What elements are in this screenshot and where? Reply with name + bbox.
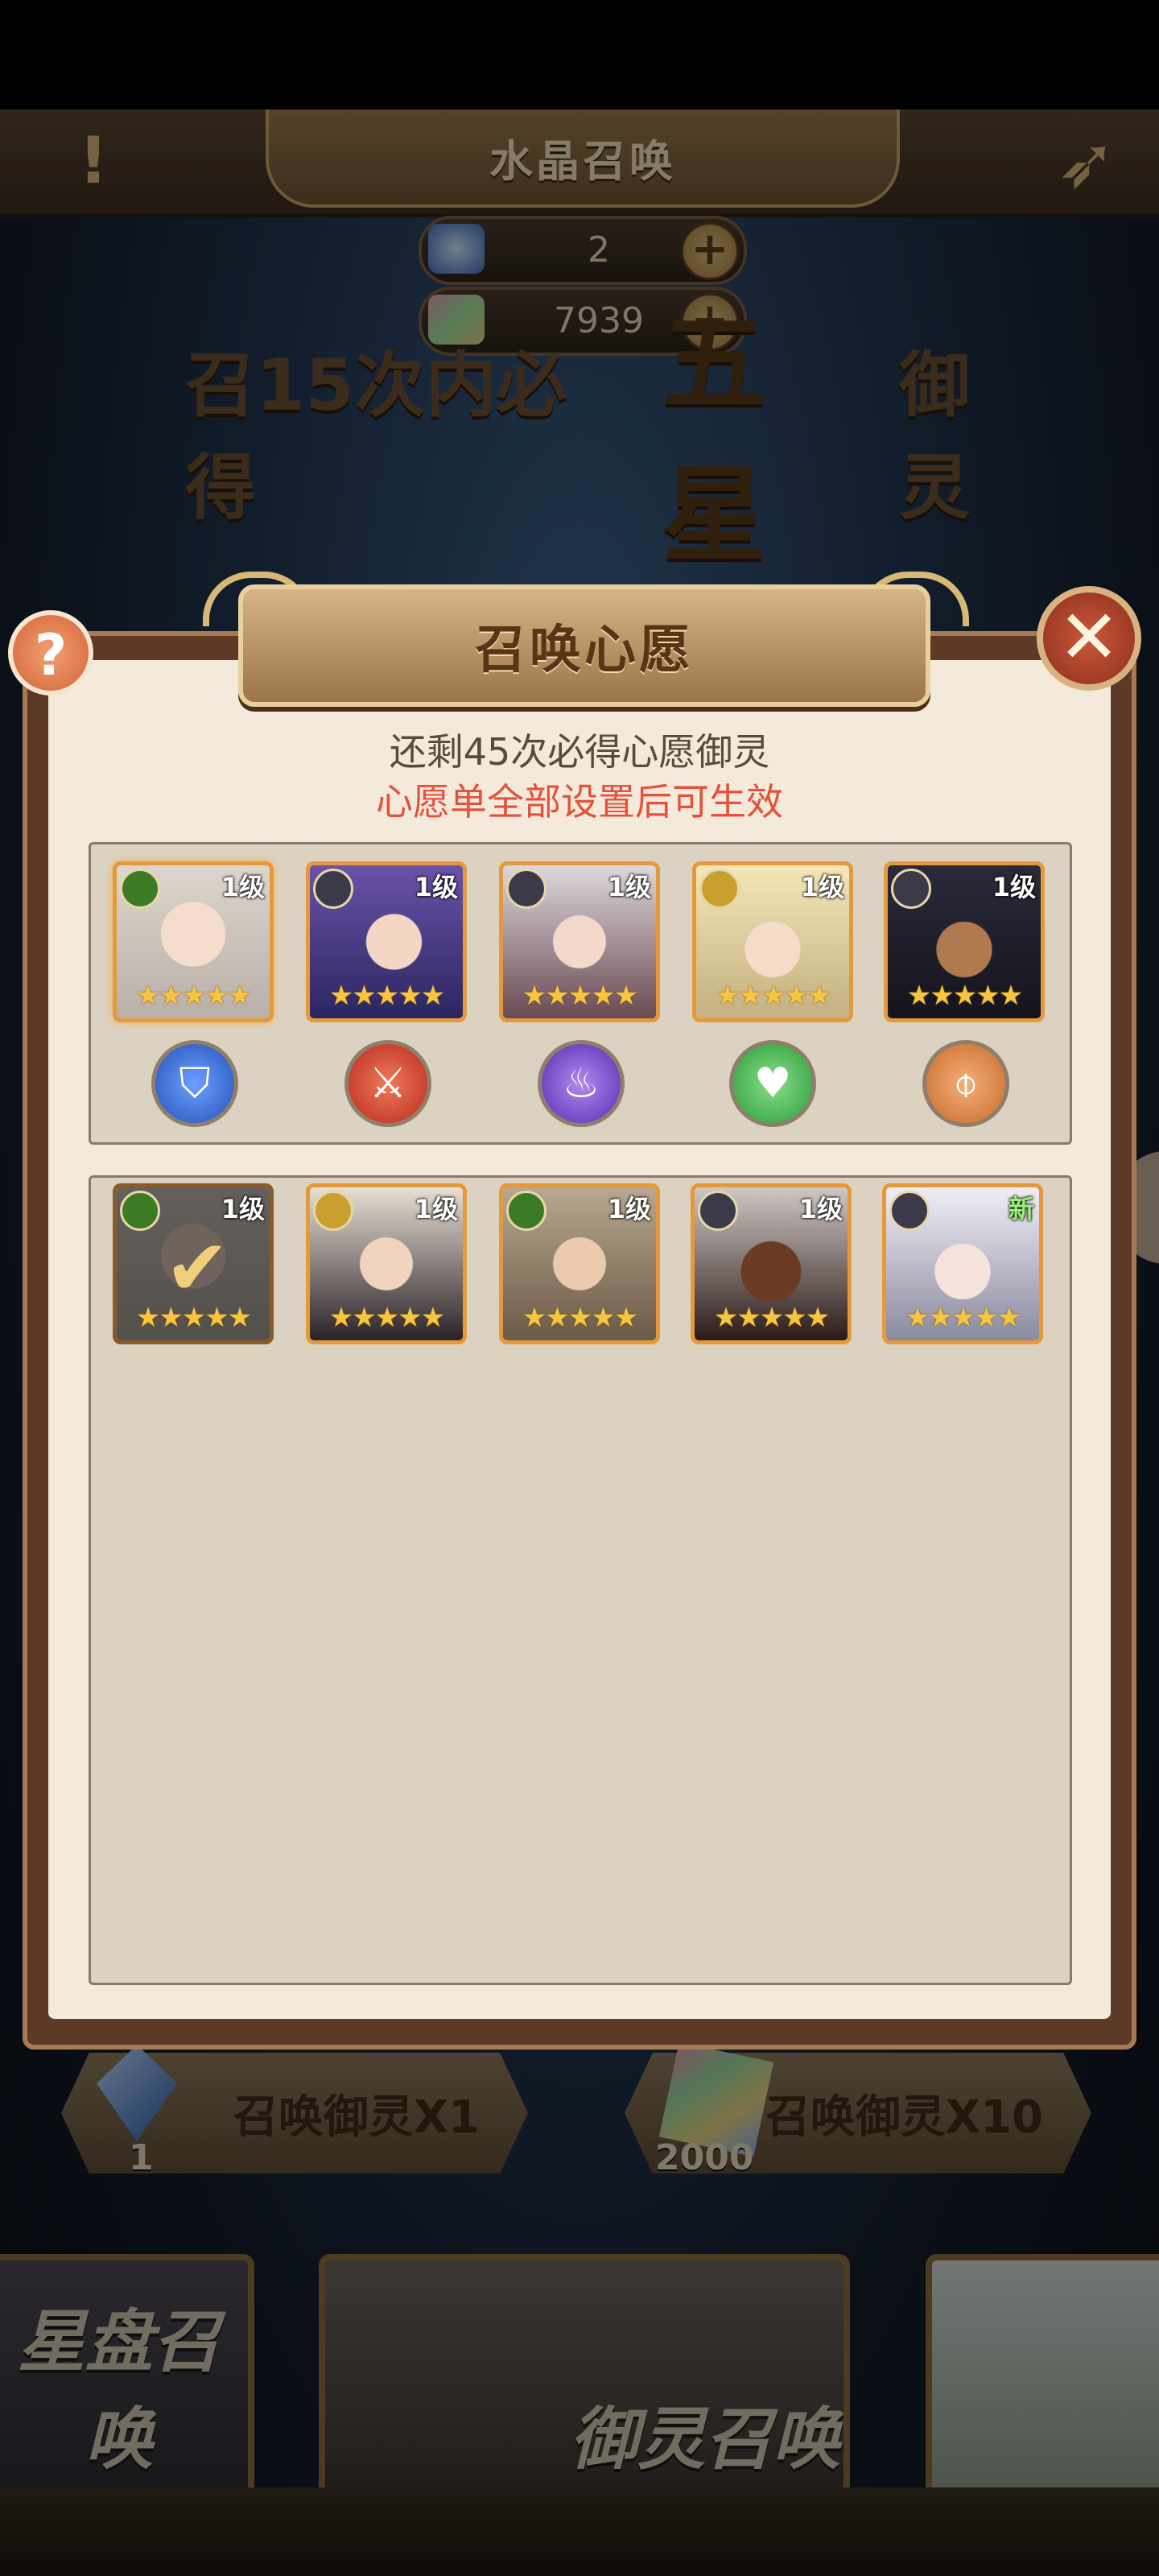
close-button[interactable]: ✕	[1037, 586, 1141, 691]
status-bar	[0, 0, 1159, 109]
candidate-1[interactable]: 1级 ✔ ★★★★★	[113, 1183, 274, 1344]
hero-level: 1级	[414, 1194, 458, 1224]
faction-badge-icon	[891, 869, 931, 909]
modal-title: 召唤心愿	[238, 584, 930, 707]
faction-badge-icon	[506, 1191, 547, 1231]
hero-level: 1级	[414, 872, 458, 902]
faction-badge-icon	[506, 869, 547, 909]
hero-stars: ★★★★★	[328, 1302, 445, 1334]
wish-notice-text: 心愿单全部设置后可生效	[376, 780, 783, 824]
sword-icon: ⚔	[344, 1040, 431, 1127]
hero-level: 1级	[607, 1194, 651, 1224]
hero-level: 1级	[800, 872, 844, 902]
candidate-5[interactable]: 新 ★★★★★	[882, 1183, 1043, 1344]
heal-icon: ♥	[729, 1040, 816, 1127]
wind-icon: ⌽	[922, 1040, 1009, 1127]
hero-stars: ★★★★★	[135, 980, 252, 1012]
shield-icon: ⛉	[151, 1040, 238, 1127]
faction-badge-icon	[699, 869, 740, 909]
hero-stars: ★★★★★	[905, 1302, 1021, 1334]
faction-badge-icon	[120, 869, 160, 909]
help-button[interactable]: ?	[8, 610, 93, 696]
faction-badge-icon	[120, 1191, 160, 1231]
wish-slot-2[interactable]: 1级 ★★★★★	[306, 861, 467, 1022]
faction-badge-icon	[889, 1191, 930, 1231]
hero-stars: ★★★★★	[522, 1302, 638, 1334]
faction-badge-icon	[313, 869, 353, 909]
faction-badge-icon	[698, 1191, 738, 1231]
fire-icon: ♨	[538, 1040, 625, 1127]
wish-slot-4[interactable]: 1级 ★★★★★	[692, 861, 853, 1022]
hero-stars: ★★★★★	[713, 1302, 830, 1334]
hero-level: 1级	[607, 872, 651, 902]
faction-badge-icon	[313, 1191, 353, 1231]
checkmark-icon: ✔	[164, 1223, 230, 1313]
hero-level: 1级	[992, 872, 1036, 902]
wish-slot-1[interactable]: 1级 ★★★★★	[113, 861, 274, 1022]
hero-stars: ★★★★★	[906, 980, 1023, 1012]
hero-stars: ★★★★★	[328, 980, 445, 1012]
hero-level: 1级	[798, 1194, 843, 1224]
new-badge: 新	[1008, 1194, 1034, 1224]
candidate-3[interactable]: 1级 ★★★★★	[499, 1183, 660, 1344]
candidate-2[interactable]: 1级 ★★★★★	[306, 1183, 467, 1344]
wish-slot-3[interactable]: 1级 ★★★★★	[499, 861, 660, 1022]
candidate-4[interactable]: 1级 ★★★★★	[691, 1183, 852, 1344]
hero-stars: ★★★★★	[522, 980, 638, 1012]
hero-stars: ★★★★★	[135, 1302, 252, 1334]
wish-remaining-text: 还剩45次必得心愿御灵	[389, 730, 770, 774]
hero-level: 1级	[221, 872, 265, 902]
hero-level: 1级	[221, 1194, 265, 1224]
wish-slot-5[interactable]: 1级 ★★★★★	[884, 861, 1045, 1022]
hero-stars: ★★★★★	[715, 980, 831, 1012]
